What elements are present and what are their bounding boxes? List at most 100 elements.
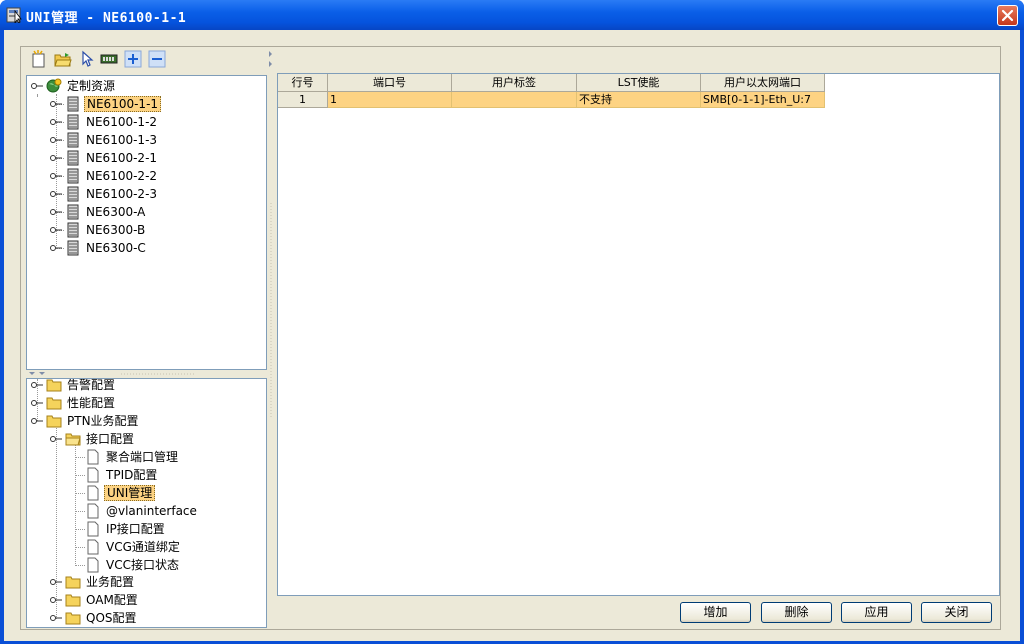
tree-item-service-config[interactable]: 业务配置 [27, 573, 266, 591]
table-cell-eth-port[interactable]: SMB[0-1-1]-Eth_U:7 [701, 92, 825, 108]
column-header[interactable]: 行号 [278, 74, 328, 92]
tree-item-label: OAM配置 [86, 593, 138, 607]
tree-item-label: 接口配置 [86, 432, 135, 446]
ne-device-icon [67, 150, 79, 166]
tree-node-ne[interactable]: NE6100-1-1 [27, 95, 266, 113]
column-header[interactable]: LST使能 [577, 74, 701, 92]
expander-icon[interactable] [50, 613, 62, 623]
collapse-minus-icon[interactable] [148, 50, 166, 68]
ne-device-icon [67, 186, 79, 202]
expander-icon[interactable] [50, 135, 62, 145]
uni-table: 行号 端口号 用户标签 LST使能 用户以太网端口 1 1 不支持 SMB[0-… [277, 73, 1000, 596]
folder-icon [65, 612, 81, 625]
expander-icon[interactable] [31, 380, 43, 390]
expander-icon[interactable] [50, 117, 62, 127]
tree-item-label: 性能配置 [67, 396, 116, 410]
table-row-number[interactable]: 1 [278, 92, 328, 108]
tree-item-interface-config[interactable]: 接口配置 [27, 430, 266, 448]
document-icon [87, 539, 99, 555]
close-button[interactable]: 关闭 [921, 602, 992, 623]
tree-item-label: TPID配置 [106, 468, 158, 482]
table-cell-lst-enable[interactable]: 不支持 [577, 92, 701, 108]
tree-node-label: NE6300-B [86, 223, 146, 237]
tree-item-aggregate-port[interactable]: 聚合端口管理 [27, 448, 266, 466]
column-header[interactable]: 端口号 [328, 74, 452, 92]
tree-item-performance-config[interactable]: 性能配置 [27, 394, 266, 412]
tree-node-label: NE6100-2-1 [86, 151, 158, 165]
document-icon [87, 485, 99, 501]
expander-icon[interactable] [31, 416, 43, 426]
expander-icon[interactable] [31, 81, 43, 91]
tree-node-ne[interactable]: NE6300-B [27, 221, 266, 239]
globe-icon [46, 78, 62, 93]
open-folder-icon[interactable] [54, 50, 72, 68]
table-cell-port[interactable]: 1 [328, 92, 452, 108]
tree-node-label: NE6300-A [86, 205, 146, 219]
tree-root-label: 定制资源 [67, 79, 116, 93]
expander-icon[interactable] [31, 398, 43, 408]
add-button[interactable]: 增加 [680, 602, 751, 623]
close-window-button[interactable] [997, 5, 1018, 26]
tree-node-ne[interactable]: NE6100-2-1 [27, 149, 266, 167]
folder-icon [46, 397, 62, 410]
expander-icon[interactable] [50, 153, 62, 163]
tree-item-ip-interface-config[interactable]: IP接口配置 [27, 520, 266, 538]
delete-button[interactable]: 删除 [761, 602, 832, 623]
vertical-splitter[interactable] [267, 48, 275, 628]
tree-item-alarm-config[interactable]: 告警配置 [27, 379, 266, 394]
window-title: UNI管理 - NE6100-1-1 [26, 11, 187, 26]
expander-icon[interactable] [50, 595, 62, 605]
tree-item-label: VCG通道绑定 [106, 540, 180, 554]
tree-item-vcg-binding[interactable]: VCG通道绑定 [27, 538, 266, 556]
column-header[interactable]: 用户以太网端口 [701, 74, 825, 92]
document-icon [87, 503, 99, 519]
tree-node-ne[interactable]: NE6100-1-3 [27, 131, 266, 149]
expander-icon[interactable] [50, 171, 62, 181]
tree-item-vcc-interface-status[interactable]: VCC接口状态 [27, 556, 266, 574]
resource-tree: 定制资源 NE6100-1-1 NE6100-1-2 NE6100-1-3 NE… [26, 75, 267, 370]
folder-icon [65, 433, 81, 446]
expander-icon[interactable] [50, 189, 62, 199]
tree-item-label: 聚合端口管理 [106, 450, 179, 464]
tree-item-ptn-service-config[interactable]: PTN业务配置 [27, 412, 266, 430]
expander-icon[interactable] [50, 577, 62, 587]
expander-icon[interactable] [50, 207, 62, 217]
expand-plus-icon[interactable] [124, 50, 142, 68]
tree-item-uni-management[interactable]: UNI管理 [27, 484, 266, 502]
expander-icon[interactable] [50, 243, 62, 253]
ne-device-icon [67, 96, 79, 112]
ne-device-icon [67, 222, 79, 238]
tree-item-label: 业务配置 [86, 575, 135, 589]
tree-item-qos-config[interactable]: QOS配置 [27, 609, 266, 627]
tree-node-label: NE6100-2-2 [86, 169, 158, 183]
tree-node-label: NE6100-1-2 [86, 115, 158, 129]
horizontal-splitter[interactable] [26, 370, 266, 378]
pointer-icon[interactable] [78, 50, 96, 68]
ne-device-icon [67, 204, 79, 220]
folder-icon [46, 415, 62, 428]
tree-item-label: IP接口配置 [106, 522, 165, 536]
new-icon[interactable] [30, 50, 48, 68]
folder-icon [46, 379, 62, 392]
folder-icon [65, 594, 81, 607]
document-icon [87, 521, 99, 537]
apply-button[interactable]: 应用 [841, 602, 912, 623]
column-header[interactable]: 用户标签 [452, 74, 577, 92]
expander-icon[interactable] [50, 225, 62, 235]
tree-item-oam-config[interactable]: OAM配置 [27, 591, 266, 609]
tree-node-ne[interactable]: NE6100-1-2 [27, 113, 266, 131]
expander-icon[interactable] [50, 99, 62, 109]
expander-icon[interactable] [50, 434, 62, 444]
tree-node-ne[interactable]: NE6100-2-3 [27, 185, 266, 203]
title-bar[interactable]: UNI管理 - NE6100-1-1 [0, 0, 1024, 30]
tree-item-tpid-config[interactable]: TPID配置 [27, 466, 266, 484]
ne-device-icon [67, 132, 79, 148]
folder-icon [65, 576, 81, 589]
tree-item-vlaninterface[interactable]: @vlaninterface [27, 502, 266, 520]
tree-node-ne[interactable]: NE6300-C [27, 239, 266, 257]
table-cell-user-label[interactable] [452, 92, 577, 108]
tree-node-ne[interactable]: NE6100-2-2 [27, 167, 266, 185]
tree-node-ne[interactable]: NE6300-A [27, 203, 266, 221]
tree-root-custom-resources[interactable]: 定制资源 [27, 77, 266, 95]
board-icon[interactable] [100, 50, 118, 68]
